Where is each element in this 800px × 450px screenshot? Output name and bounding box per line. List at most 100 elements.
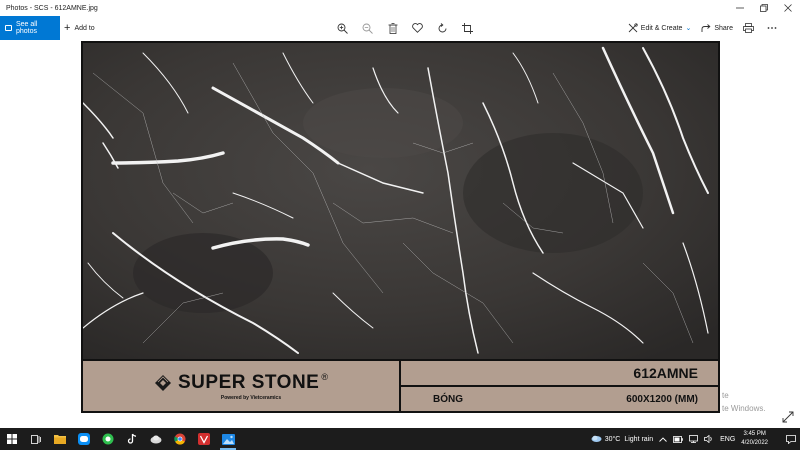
marble-texture-image <box>83 43 718 359</box>
task-view-button[interactable] <box>24 428 48 450</box>
add-to-label: Add to <box>74 24 95 32</box>
network-icon <box>689 435 699 443</box>
brand-tagline: Powered by Vietceramics <box>220 394 282 401</box>
clock-time: 3:45 PM <box>743 431 766 437</box>
rain-cloud-icon <box>591 435 602 442</box>
minimize-icon <box>736 7 744 9</box>
image-tools <box>330 16 480 40</box>
weather-text: Light rain <box>624 435 654 443</box>
taskbar-tiktok[interactable] <box>120 428 144 450</box>
product-code: 612AMNE <box>401 361 718 387</box>
favorite-button[interactable] <box>405 16 430 40</box>
brand-logo: SUPER STONE ® <box>154 372 328 394</box>
more-icon <box>767 27 777 29</box>
hidden-icons-button[interactable] <box>659 436 667 442</box>
spec-row: BÓNG 600X1200 (MM) <box>401 387 718 411</box>
weather-temp: 30°C <box>604 435 621 443</box>
spec-box: 612AMNE BÓNG 600X1200 (MM) <box>401 361 718 411</box>
weather-widget[interactable]: 30°C Light rain <box>591 435 653 443</box>
zalo-icon <box>78 433 90 445</box>
window-controls <box>728 0 800 16</box>
volume-button[interactable] <box>704 435 714 443</box>
zoom-out-button[interactable] <box>355 16 380 40</box>
folder-icon <box>54 435 66 444</box>
expand-icon <box>782 411 794 423</box>
taskbar-chrome[interactable] <box>168 428 192 450</box>
finish-text: BÓNG <box>433 393 463 405</box>
see-all-label: See all photos <box>15 21 38 35</box>
share-label: Share <box>714 24 733 32</box>
clock-date: 4/20/2022 <box>741 440 768 446</box>
tiktok-icon <box>127 433 137 444</box>
print-icon <box>743 23 754 33</box>
green-app-icon <box>102 433 114 445</box>
photos-app-icon <box>221 433 235 445</box>
windows-logo-icon <box>7 434 17 444</box>
right-tools: Edit & Create ⌄ Share <box>618 16 780 40</box>
network-button[interactable] <box>689 435 699 443</box>
taskbar-app-cloud[interactable] <box>144 428 168 450</box>
see-all-photos-button[interactable]: See all photos <box>0 16 60 40</box>
tile-image: SUPER STONE ® Powered by Vietceramics 61… <box>81 41 720 413</box>
edit-create-icon <box>628 23 638 33</box>
taskbar-zalo[interactable] <box>72 428 96 450</box>
cloud-app-icon <box>150 435 162 444</box>
volume-icon <box>704 435 712 443</box>
print-button[interactable] <box>743 23 757 33</box>
edit-create-button[interactable]: Edit & Create ⌄ <box>628 23 692 33</box>
share-button[interactable]: Share <box>701 23 733 33</box>
notifications-button[interactable] <box>786 434 796 444</box>
system-tray: 30°C Light rain ENG 3:45 PM 4/20/2022 <box>591 428 800 450</box>
title-bar: Photos - SCS - 612AMNE.jpg <box>0 0 800 16</box>
share-icon <box>701 24 711 32</box>
delete-button[interactable] <box>380 16 405 40</box>
taskbar-photos[interactable] <box>216 428 240 450</box>
minimize-button[interactable] <box>728 0 752 16</box>
close-button[interactable] <box>776 0 800 16</box>
photos-app-window: Photos - SCS - 612AMNE.jpg See all photo… <box>0 0 800 450</box>
brand-name: SUPER STONE <box>178 371 320 393</box>
brand-box: SUPER STONE ® Powered by Vietceramics <box>83 361 401 411</box>
taskbar-app-red[interactable] <box>192 428 216 450</box>
task-view-icon <box>31 434 41 444</box>
close-icon <box>784 4 792 12</box>
size-text: 600X1200 (MM) <box>626 393 698 405</box>
clock[interactable]: 3:45 PM 4/20/2022 <box>741 430 768 448</box>
rotate-button[interactable] <box>430 16 455 40</box>
crop-button[interactable] <box>455 16 480 40</box>
battery-icon <box>673 435 683 443</box>
activate-line-2: te Windows. <box>722 404 766 413</box>
rotate-icon <box>438 22 447 32</box>
zoom-out-icon <box>362 23 373 34</box>
image-viewer: SUPER STONE ® Powered by Vietceramics 61… <box>0 40 800 428</box>
favorite-icon <box>412 23 423 33</box>
delete-icon <box>388 22 397 34</box>
activate-line-1: te <box>722 391 729 400</box>
add-to-button[interactable]: + Add to <box>64 16 95 40</box>
taskbar-file-explorer[interactable] <box>48 428 72 450</box>
red-app-icon <box>198 433 210 445</box>
edit-create-label: Edit & Create <box>640 24 683 32</box>
chrome-icon <box>174 433 186 445</box>
zoom-in-button[interactable] <box>330 16 355 40</box>
crop-icon <box>462 22 473 34</box>
language-indicator[interactable]: ENG <box>720 436 735 443</box>
more-options-button[interactable] <box>767 26 780 30</box>
registered-mark: ® <box>321 371 328 382</box>
taskbar: 30°C Light rain ENG 3:45 PM 4/20/2022 <box>0 428 800 450</box>
window-title: Photos - SCS - 612AMNE.jpg <box>6 4 98 12</box>
super-stone-logo-icon <box>155 374 171 391</box>
full-screen-button[interactable] <box>782 410 794 423</box>
activate-windows-watermark: te te Windows. <box>722 389 766 415</box>
restore-icon <box>760 4 768 12</box>
taskbar-app-green[interactable] <box>96 428 120 450</box>
photos-icon <box>5 25 12 31</box>
battery-button[interactable] <box>673 435 683 443</box>
zoom-in-icon <box>337 23 348 34</box>
chevron-up-icon <box>659 436 667 442</box>
chevron-down-icon: ⌄ <box>685 25 692 32</box>
maximize-button[interactable] <box>752 0 776 16</box>
start-button[interactable] <box>0 428 24 450</box>
toolbar: See all photos + Add to Edit & Create ⌄ … <box>0 16 800 40</box>
notification-icon <box>786 434 796 444</box>
